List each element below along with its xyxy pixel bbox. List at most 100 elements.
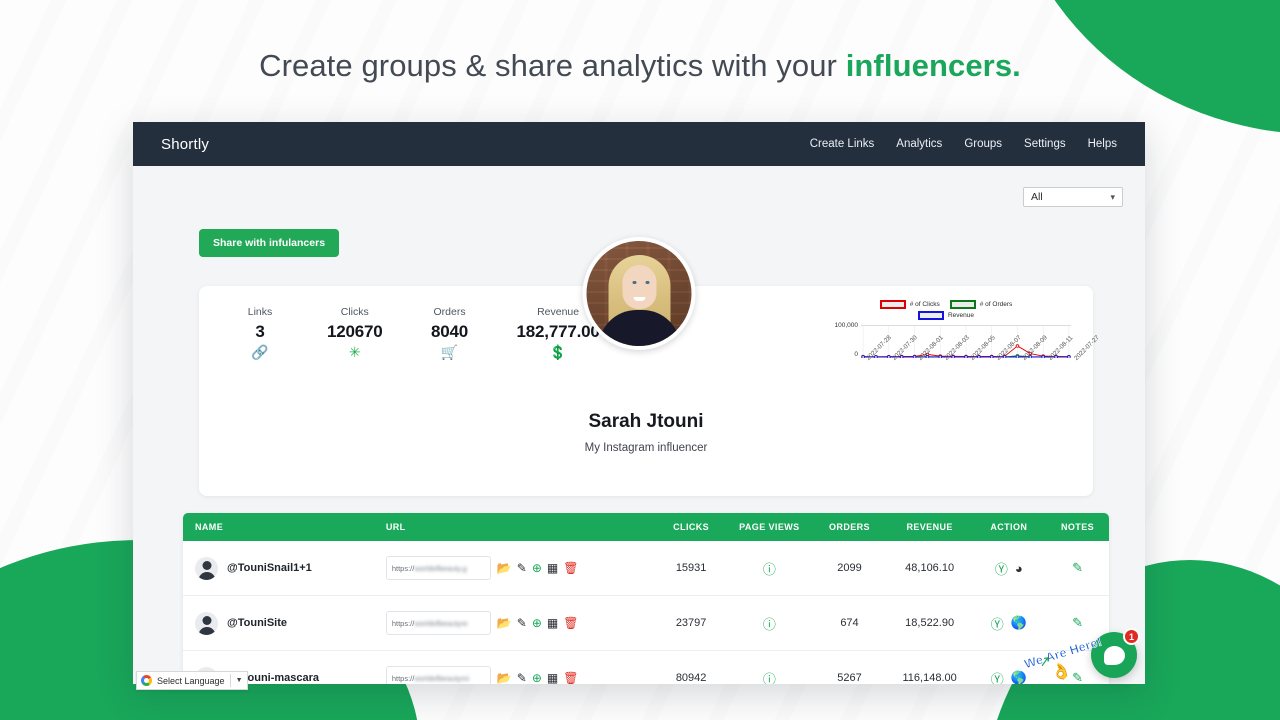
chart-y-axis: 100,000 0 — [821, 322, 861, 358]
table-header: NAME URL CLICKS PAGE VIEWS ORDERS REVENU… — [183, 513, 1109, 541]
y-tick-bottom: 0 — [854, 351, 858, 358]
column-header-name: NAME — [195, 522, 224, 532]
avatar-face — [622, 265, 656, 309]
toolbar-row: All ▾ — [133, 166, 1145, 228]
navbar: Shortly Create Links Analytics Groups Se… — [133, 122, 1145, 166]
url-field[interactable]: https://worldofbeauty.g — [385, 556, 491, 580]
dollar-icon: 💲 — [549, 344, 567, 360]
copy-folder-icon[interactable]: 📂 — [497, 561, 512, 575]
stat-orders: Orders 8040 🛒 — [423, 306, 477, 359]
app-window: Shortly Create Links Analytics Groups Se… — [133, 122, 1145, 684]
caret-down-icon[interactable]: ▼ — [236, 677, 243, 684]
cell-url: https://worldofbeautymi 📂 ✎ ⊕ ▦ 🗑 — [385, 666, 655, 684]
note-edit-icon[interactable]: ✎ — [1072, 615, 1083, 630]
url-blurred: worldofbeautymi — [414, 673, 469, 683]
dollar-icon[interactable]: Ⓨ — [991, 614, 1004, 633]
table-row[interactable]: @TouniSite https://worldofbeautyre 📂 ✎ ⊕… — [183, 596, 1109, 651]
select-language-label: Select Language — [157, 675, 225, 686]
stat-label: Links — [247, 306, 273, 318]
avatar-eye-left — [632, 281, 637, 284]
nav-item-groups[interactable]: Groups — [964, 138, 1002, 150]
cell-revenue: 18,522.90 — [905, 617, 955, 629]
legend-label: # of Clicks — [909, 301, 940, 308]
copy-folder-icon[interactable]: 📂 — [497, 671, 512, 684]
app-content: All ▾ Share with infulancers Links 3 🔗 C… — [133, 166, 1145, 684]
chat-widget[interactable]: We Are Here! ↗ 👌 1 — [1022, 628, 1140, 684]
stat-label: Clicks — [340, 306, 369, 318]
link-icon: 🔗 — [251, 344, 269, 360]
legend-label: # of Orders — [979, 301, 1013, 308]
google-translate-bar[interactable]: Select Language ▼ — [136, 671, 248, 690]
url-blurred: worldofbeauty.g — [414, 563, 467, 573]
x-tick: 2022-07-27 — [1073, 334, 1101, 362]
cell-action: Ⓨ 🌎 — [972, 669, 1046, 685]
add-box-icon[interactable]: ⊕ — [532, 671, 542, 684]
cell-page-views: ⓘ — [727, 559, 811, 578]
copy-folder-icon[interactable]: 📂 — [497, 616, 512, 630]
stats-row: Links 3 🔗 Clicks 120670 ✳ Orders 8040 🛒 — [233, 306, 600, 359]
cell-url: https://worldofbeautyre 📂 ✎ ⊕ ▦ 🗑 — [385, 611, 655, 635]
globe-icon[interactable]: 🌎 — [1011, 615, 1027, 631]
globe-icon[interactable]: 🌎 — [1011, 670, 1027, 684]
link-name: @TouniSite — [227, 617, 288, 629]
qr-code-icon[interactable]: ▦ — [547, 616, 558, 630]
add-box-icon[interactable]: ⊕ — [532, 561, 542, 575]
url-action-icons: 📂 ✎ ⊕ ▦ 🗑 — [497, 561, 579, 575]
nav-item-create-links[interactable]: Create Links — [810, 138, 875, 150]
legend-swatch-icon — [949, 300, 976, 309]
info-circle-icon[interactable]: ⓘ — [763, 562, 776, 577]
info-circle-icon[interactable]: ⓘ — [763, 672, 776, 685]
nav-item-settings[interactable]: Settings — [1024, 138, 1066, 150]
cell-page-views: ⓘ — [727, 614, 811, 633]
headline-prefix: Create groups & share analytics with you… — [259, 48, 846, 83]
legend-orders: # of Orders — [949, 300, 1013, 309]
qr-code-icon[interactable]: ▦ — [547, 671, 558, 684]
url-blurred: worldofbeautyre — [414, 618, 468, 628]
url-field[interactable]: https://worldofbeautymi — [385, 666, 491, 684]
dollar-icon[interactable]: Ⓨ — [991, 669, 1004, 685]
share-with-influencers-button[interactable]: Share with infulancers — [199, 229, 340, 257]
edit-pen-icon[interactable]: ✎ — [517, 561, 527, 575]
add-box-icon[interactable]: ⊕ — [532, 616, 542, 630]
profile-identity: Sarah Jtouni My Instagram influencer — [199, 411, 1093, 454]
table-row[interactable]: @TouniSnail1+1 https://worldofbeauty.g 📂… — [183, 541, 1109, 596]
url-field[interactable]: https://worldofbeautyre — [385, 611, 491, 635]
cell-orders: 674 — [840, 617, 859, 629]
filter-dropdown[interactable]: All ▾ — [1023, 187, 1123, 207]
pie-chart-icon[interactable]: ◕ — [1015, 561, 1023, 576]
dollar-icon[interactable]: Ⓨ — [995, 559, 1008, 578]
brand-logo[interactable]: Shortly — [161, 136, 209, 153]
edit-pen-icon[interactable]: ✎ — [517, 616, 527, 630]
url-prefix: https:// — [391, 673, 415, 683]
profile-role: My Instagram influencer — [584, 442, 708, 454]
divider — [229, 674, 231, 687]
cell-clicks: 23797 — [675, 617, 707, 629]
chat-bubble-inner — [1103, 645, 1125, 665]
stat-value: 3 — [255, 322, 265, 341]
column-header-revenue: REVENUE — [906, 522, 953, 532]
cell-name: @TouniSnail1+1 — [183, 556, 386, 580]
note-edit-icon[interactable]: ✎ — [1072, 670, 1083, 684]
edit-pen-icon[interactable]: ✎ — [517, 671, 527, 684]
google-logo-icon — [141, 675, 152, 686]
delete-trash-icon[interactable]: 🗑 — [563, 616, 578, 630]
column-header-clicks: CLICKS — [673, 522, 710, 532]
cell-orders: 2099 — [837, 562, 862, 574]
chat-unread-badge: 1 — [1123, 628, 1140, 645]
delete-trash-icon[interactable]: 🗑 — [563, 671, 578, 684]
nav-item-helps[interactable]: Helps — [1088, 138, 1117, 150]
page-headline: Create groups & share analytics with you… — [0, 48, 1280, 84]
chevron-down-icon: ▾ — [1110, 191, 1115, 202]
nav-item-analytics[interactable]: Analytics — [896, 138, 942, 150]
action-icons: Ⓨ ◕ — [972, 559, 1046, 578]
avatar-eye-right — [645, 281, 650, 284]
legend-swatch-icon — [879, 300, 906, 309]
table-row[interactable]: @Jtouni-mascara https://worldofbeautymi … — [183, 651, 1109, 684]
delete-trash-icon[interactable]: 🗑 — [563, 561, 578, 575]
filter-value: All — [1031, 191, 1043, 203]
info-circle-icon[interactable]: ⓘ — [763, 617, 776, 632]
url-action-icons: 📂 ✎ ⊕ ▦ 🗑 — [497, 616, 579, 630]
note-edit-icon[interactable]: ✎ — [1072, 560, 1083, 575]
headline-highlight: influencers. — [845, 48, 1021, 83]
qr-code-icon[interactable]: ▦ — [547, 561, 558, 575]
